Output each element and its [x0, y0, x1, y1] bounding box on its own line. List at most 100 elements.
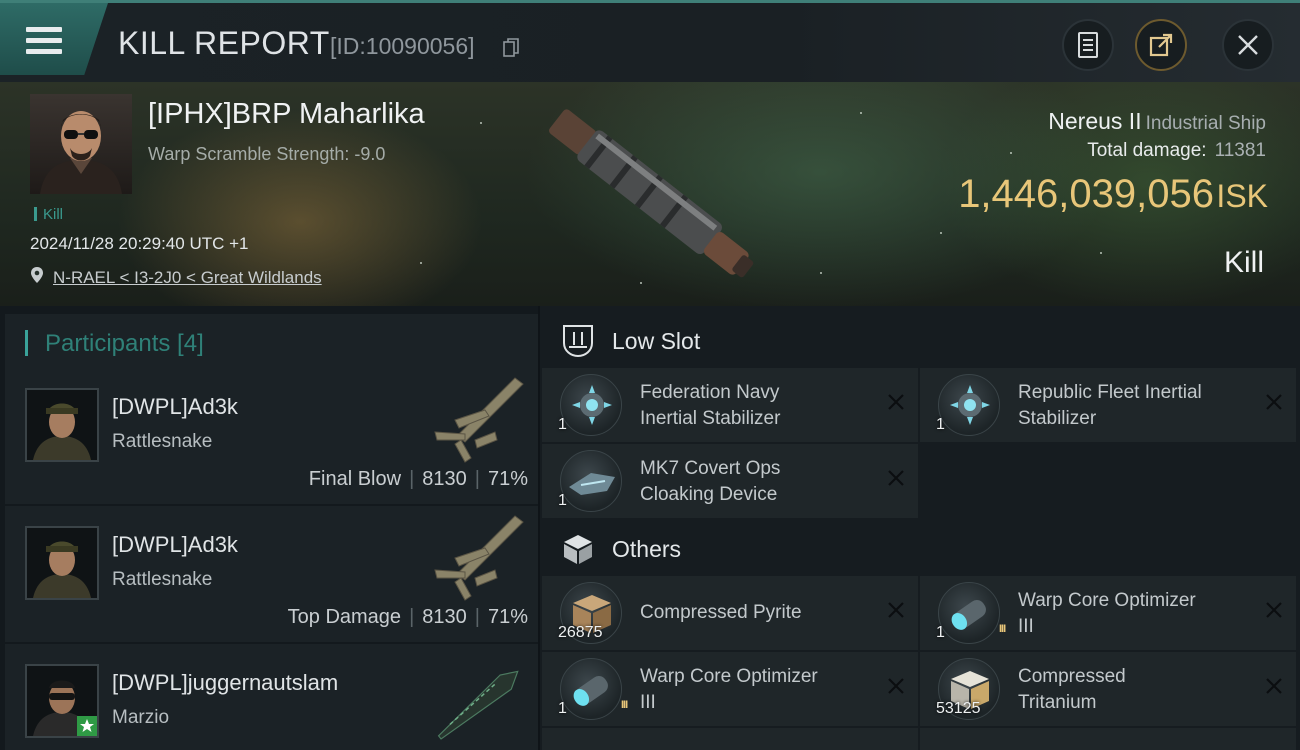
page-title: KILL REPORT [118, 25, 330, 61]
item-quantity: 1 [558, 416, 567, 433]
isk-unit: ISK [1216, 178, 1268, 214]
victim-name[interactable]: [IPHX]BRP Maharlika [148, 98, 425, 131]
fitting-panel: Low Slot 1 Federation Navy Inertial Stab… [540, 306, 1300, 750]
participant-role: Top Damage [287, 606, 402, 628]
destroyed-icon [888, 470, 904, 486]
menu-button[interactable] [0, 3, 108, 75]
module-item[interactable]: 1 Republic Fleet Inertial Stabilizer [920, 368, 1296, 442]
share-icon [1149, 33, 1173, 57]
kill-time: 2024/11/28 20:29:40 UTC +1 [30, 234, 249, 253]
cargo-item[interactable]: 53125 Compressed Tritanium [920, 652, 1296, 726]
participant-name[interactable]: [DWPL]Ad3k [112, 532, 238, 558]
hamburger-icon [26, 27, 62, 55]
participant-ship: Rattlesnake [112, 569, 213, 590]
cargo-item[interactable] [542, 728, 918, 750]
participant-name[interactable]: [DWPL]juggernautslam [112, 670, 338, 696]
cargo-item[interactable]: 26875 Compressed Pyrite [542, 576, 918, 650]
ship-type[interactable]: Nereus II [1048, 108, 1141, 134]
report-id: [ID:10090056] [330, 33, 475, 59]
item-quantity: 1 [558, 700, 567, 717]
total-damage-value: 11381 [1214, 140, 1266, 161]
participant-role: Final Blow [308, 468, 402, 490]
item-name-line: III [640, 692, 656, 713]
low-slot-header: Low Slot [540, 312, 1300, 370]
notes-button[interactable] [1062, 19, 1114, 71]
kill-result: Kill [1223, 246, 1264, 279]
share-button[interactable] [1135, 19, 1187, 71]
close-icon [1238, 35, 1258, 55]
item-name-line: Republic Fleet Inertial [1018, 382, 1202, 403]
document-icon [1078, 32, 1098, 58]
low-slot-icon [563, 325, 593, 358]
participant-percent: 71% [487, 606, 528, 628]
item-quantity: 1 [936, 416, 945, 433]
participants-panel: Participants [4] [DWPL]Ad3k Rattlesnake … [0, 306, 538, 750]
warp-scramble-strength: Warp Scramble Strength: -9.0 [148, 144, 386, 164]
location-pin-icon [31, 267, 43, 283]
item-name-line: Warp Core Optimizer [1018, 590, 1196, 611]
participant-stats: Top Damage | 8130 | 71% [287, 606, 528, 628]
isk-value: 1,446,039,056 [958, 172, 1214, 216]
copy-icon[interactable] [503, 38, 519, 58]
item-name-line: Federation Navy [640, 382, 780, 403]
item-name-line: Inertial Stabilizer [640, 408, 781, 429]
participant-ship: Rattlesnake [112, 431, 213, 452]
item-name-line: Tritanium [1018, 692, 1097, 713]
star-badge-icon [77, 716, 97, 736]
cargo-item[interactable]: III 1 Warp Core Optimizer III [920, 576, 1296, 650]
cube-icon [564, 535, 592, 564]
cargo-item[interactable]: III 1 Warp Core Optimizer III [542, 652, 918, 726]
participant-row[interactable]: [DWPL]Ad3k Rattlesnake Final Blow | 8130 | 7… [5, 368, 538, 504]
item-name-line: Compressed [1018, 666, 1126, 687]
item-name-line: Stabilizer [1018, 408, 1097, 429]
destroyed-icon [1266, 678, 1282, 694]
tier-marker: III [999, 623, 1006, 635]
participant-stats: Final Blow | 8130 | 71% [308, 468, 528, 490]
warp-core-optimizer-icon: III [938, 582, 1006, 644]
participant-ship-image [437, 670, 519, 740]
ship-class: Industrial Ship [1145, 113, 1266, 134]
victim-avatar[interactable] [30, 94, 132, 194]
cargo-item[interactable] [920, 728, 1296, 750]
participants-header: Participants [4] [5, 314, 538, 370]
participants-title: Participants [4] [45, 330, 204, 357]
participant-damage: 8130 [422, 606, 467, 628]
participant-name[interactable]: [DWPL]Ad3k [112, 394, 238, 420]
item-name-line: Cloaking Device [640, 484, 778, 505]
item-quantity: 1 [936, 624, 945, 641]
participant-row[interactable]: [DWPL]juggernautslam Marzio [5, 644, 538, 750]
item-quantity: 1 [558, 492, 567, 509]
participant-ship: Marzio [112, 707, 170, 728]
kill-tag: Kill [34, 206, 63, 223]
participant-avatar[interactable] [25, 388, 99, 462]
destroyed-icon [888, 602, 904, 618]
participant-ship-image [434, 515, 524, 601]
destroyed-icon [888, 678, 904, 694]
top-bar: KILL REPORT [ID:10090056] [0, 0, 1300, 82]
total-damage-label: Total damage: [1087, 140, 1207, 161]
item-name: Compressed Tritanium [1018, 664, 1258, 716]
victim-ship-image [549, 109, 754, 278]
cloaking-device-icon [560, 450, 622, 512]
module-item[interactable]: 1 Federation Navy Inertial Stabilizer [542, 368, 918, 442]
module-item[interactable]: 1 MK7 Covert Ops Cloaking Device [542, 444, 918, 518]
destroyed-icon [1266, 394, 1282, 410]
destroyed-icon [1266, 602, 1282, 618]
item-name: Republic Fleet Inertial Stabilizer [1018, 380, 1258, 432]
item-name: Warp Core Optimizer III [640, 664, 880, 716]
participant-row[interactable]: [DWPL]Ad3k Rattlesnake Top Damage | 8130 | 7… [5, 506, 538, 642]
item-name-line: Warp Core Optimizer [640, 666, 818, 687]
inertial-stabilizer-icon [938, 374, 1000, 436]
item-quantity: 53125 [936, 700, 981, 717]
close-button[interactable] [1222, 19, 1274, 71]
participant-damage: 8130 [422, 468, 467, 490]
item-name: Compressed Pyrite [640, 600, 880, 626]
participant-avatar[interactable] [25, 664, 99, 738]
item-name: MK7 Covert Ops Cloaking Device [640, 456, 880, 508]
destroyed-icon [888, 394, 904, 410]
location-link[interactable]: N-RAEL < I3-2J0 < Great Wildlands [53, 268, 322, 288]
total-damage: Total damage: 11381 [1087, 140, 1266, 162]
participant-avatar[interactable] [25, 526, 99, 600]
item-name: Federation Navy Inertial Stabilizer [640, 380, 880, 432]
participant-ship-image [434, 377, 524, 463]
